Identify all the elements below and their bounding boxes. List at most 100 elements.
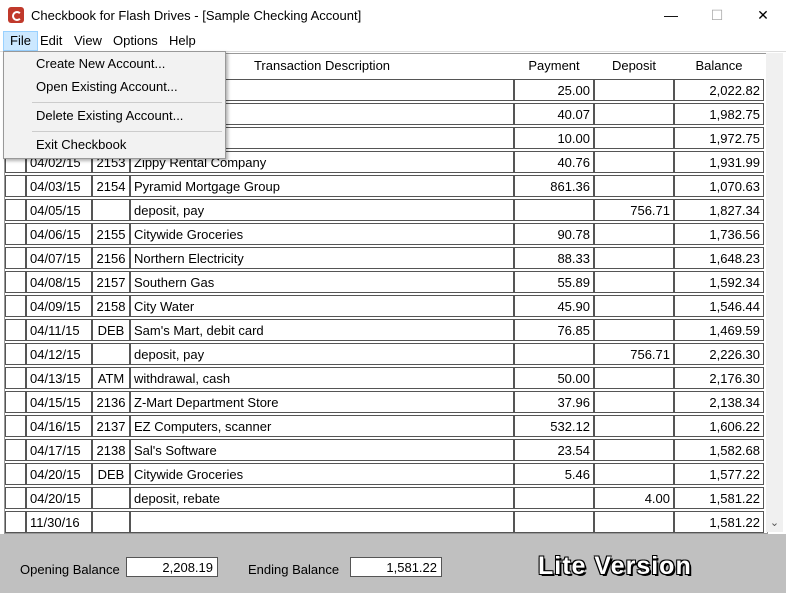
table-row[interactable]: 04/16/15 2137 EZ Computers, scanner 532.12 1… [5, 414, 767, 438]
description-cell[interactable]: Z-Mart Department Store [130, 391, 514, 413]
deposit-cell[interactable] [594, 391, 674, 413]
row-select-cell[interactable] [5, 367, 26, 389]
payment-cell[interactable] [514, 511, 594, 533]
minimize-button[interactable]: — [648, 0, 694, 31]
deposit-cell[interactable] [594, 295, 674, 317]
table-row[interactable]: 04/05/15 deposit, pay 756.71 1,827.34 [5, 198, 767, 222]
balance-cell[interactable]: 1,577.22 [674, 463, 764, 485]
balance-cell[interactable]: 1,581.22 [674, 511, 764, 533]
check-number-cell[interactable]: DEB [92, 319, 130, 341]
description-cell[interactable]: withdrawal, cash [130, 367, 514, 389]
table-row[interactable]: 04/07/15 2156 Northern Electricity 88.33 1,6… [5, 246, 767, 270]
date-cell[interactable]: 04/05/15 [26, 199, 92, 221]
date-cell[interactable]: 04/16/15 [26, 415, 92, 437]
deposit-cell[interactable] [594, 319, 674, 341]
table-row[interactable]: 11/30/16 1,581.22 [5, 510, 767, 533]
description-cell[interactable]: Citywide Groceries [130, 463, 514, 485]
check-number-cell[interactable]: 2136 [92, 391, 130, 413]
date-cell[interactable]: 04/13/15 [26, 367, 92, 389]
balance-cell[interactable]: 1,581.22 [674, 487, 764, 509]
deposit-cell[interactable] [594, 247, 674, 269]
payment-cell[interactable]: 532.12 [514, 415, 594, 437]
deposit-cell[interactable] [594, 223, 674, 245]
balance-cell[interactable]: 1,648.23 [674, 247, 764, 269]
payment-cell[interactable]: 40.76 [514, 151, 594, 173]
payment-cell[interactable]: 5.46 [514, 463, 594, 485]
row-select-cell[interactable] [5, 439, 26, 461]
check-number-cell[interactable] [92, 343, 130, 365]
balance-cell[interactable]: 2,176.30 [674, 367, 764, 389]
check-number-cell[interactable]: 2154 [92, 175, 130, 197]
balance-cell[interactable]: 1,546.44 [674, 295, 764, 317]
table-row[interactable]: 04/17/15 2138 Sal's Software 23.54 1,582.68 [5, 438, 767, 462]
date-cell[interactable]: 04/03/15 [26, 175, 92, 197]
payment-cell[interactable]: 76.85 [514, 319, 594, 341]
check-number-cell[interactable] [92, 487, 130, 509]
check-number-cell[interactable]: 2156 [92, 247, 130, 269]
deposit-cell[interactable] [594, 463, 674, 485]
date-cell[interactable]: 11/30/16 [26, 511, 92, 533]
date-cell[interactable]: 04/09/15 [26, 295, 92, 317]
date-cell[interactable]: 04/20/15 [26, 487, 92, 509]
description-cell[interactable]: deposit, pay [130, 343, 514, 365]
balance-cell[interactable]: 2,138.34 [674, 391, 764, 413]
balance-cell[interactable]: 1,469.59 [674, 319, 764, 341]
payment-cell[interactable]: 90.78 [514, 223, 594, 245]
date-cell[interactable]: 04/08/15 [26, 271, 92, 293]
table-row[interactable]: 04/03/15 2154 Pyramid Mortgage Group 861.36… [5, 174, 767, 198]
table-row[interactable]: 04/12/15 deposit, pay 756.71 2,226.30 [5, 342, 767, 366]
check-number-cell[interactable]: ATM [92, 367, 130, 389]
balance-cell[interactable]: 1,972.75 [674, 127, 764, 149]
menu-options[interactable]: Options [107, 32, 164, 50]
header-balance[interactable]: Balance [674, 58, 764, 73]
balance-cell[interactable]: 1,931.99 [674, 151, 764, 173]
deposit-cell[interactable]: 756.71 [594, 343, 674, 365]
date-cell[interactable]: 04/20/15 [26, 463, 92, 485]
balance-cell[interactable]: 1,827.34 [674, 199, 764, 221]
payment-cell[interactable]: 10.00 [514, 127, 594, 149]
payment-cell[interactable]: 50.00 [514, 367, 594, 389]
row-select-cell[interactable] [5, 343, 26, 365]
deposit-cell[interactable] [594, 439, 674, 461]
description-cell[interactable]: deposit, rebate [130, 487, 514, 509]
menu-exit[interactable]: Exit Checkbook [4, 134, 225, 156]
description-cell[interactable]: Sam's Mart, debit card [130, 319, 514, 341]
table-row[interactable]: 04/11/15 DEB Sam's Mart, debit card 76.85 1,… [5, 318, 767, 342]
row-select-cell[interactable] [5, 391, 26, 413]
deposit-cell[interactable]: 756.71 [594, 199, 674, 221]
description-cell[interactable]: EZ Computers, scanner [130, 415, 514, 437]
scroll-down-icon[interactable]: ⌄ [766, 516, 783, 530]
menu-file[interactable]: File [3, 31, 38, 51]
row-select-cell[interactable] [5, 199, 26, 221]
date-cell[interactable]: 04/15/15 [26, 391, 92, 413]
balance-cell[interactable]: 2,226.30 [674, 343, 764, 365]
deposit-cell[interactable] [594, 511, 674, 533]
balance-cell[interactable]: 1,582.68 [674, 439, 764, 461]
balance-cell[interactable]: 1,592.34 [674, 271, 764, 293]
row-select-cell[interactable] [5, 295, 26, 317]
balance-cell[interactable]: 1,606.22 [674, 415, 764, 437]
balance-cell[interactable]: 1,736.56 [674, 223, 764, 245]
row-select-cell[interactable] [5, 247, 26, 269]
deposit-cell[interactable] [594, 271, 674, 293]
description-cell[interactable]: Citywide Groceries [130, 223, 514, 245]
payment-cell[interactable] [514, 199, 594, 221]
deposit-cell[interactable]: 4.00 [594, 487, 674, 509]
row-select-cell[interactable] [5, 487, 26, 509]
deposit-cell[interactable] [594, 103, 674, 125]
check-number-cell[interactable] [92, 199, 130, 221]
payment-cell[interactable]: 45.90 [514, 295, 594, 317]
payment-cell[interactable]: 88.33 [514, 247, 594, 269]
menu-delete-account[interactable]: Delete Existing Account... [4, 105, 225, 127]
description-cell[interactable] [130, 511, 514, 533]
deposit-cell[interactable] [594, 367, 674, 389]
menu-edit[interactable]: Edit [34, 32, 68, 50]
table-row[interactable]: 04/13/15 ATM withdrawal, cash 50.00 2,176.30 [5, 366, 767, 390]
close-button[interactable]: ✕ [740, 0, 786, 31]
header-payment[interactable]: Payment [514, 58, 594, 73]
table-row[interactable]: 04/20/15 DEB Citywide Groceries 5.46 1,577.2… [5, 462, 767, 486]
date-cell[interactable]: 04/06/15 [26, 223, 92, 245]
check-number-cell[interactable]: 2157 [92, 271, 130, 293]
check-number-cell[interactable]: 2138 [92, 439, 130, 461]
date-cell[interactable]: 04/11/15 [26, 319, 92, 341]
